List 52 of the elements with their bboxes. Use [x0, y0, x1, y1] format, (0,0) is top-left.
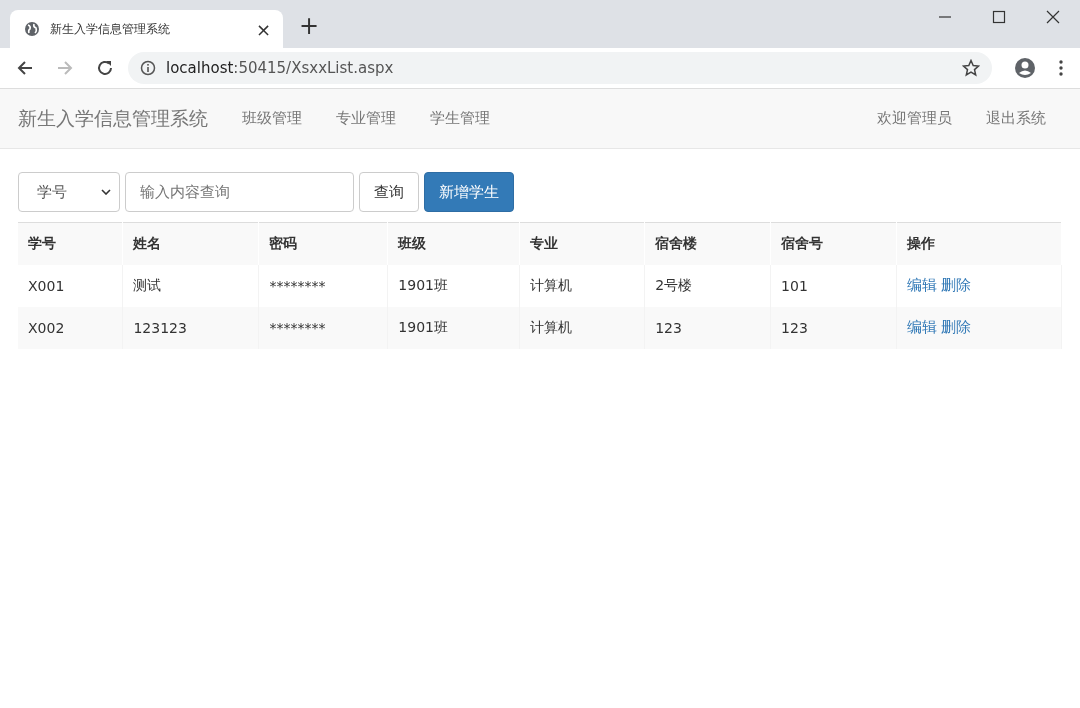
close-icon[interactable]: [1046, 10, 1060, 24]
table-cell: 123: [770, 306, 897, 349]
table-cell: 计算机: [519, 264, 645, 307]
address-bar[interactable]: localhost:50415/XsxxList.aspx: [128, 52, 992, 84]
table-cell: 计算机: [519, 306, 645, 349]
table-cell: 101: [770, 264, 897, 307]
delete-link[interactable]: 删除: [941, 276, 972, 295]
reload-icon[interactable]: [96, 59, 114, 77]
edit-link[interactable]: 编辑: [907, 276, 938, 295]
account-icon[interactable]: [1014, 57, 1036, 79]
nav-link[interactable]: 专业管理: [336, 109, 396, 128]
column-header: 班级: [387, 222, 520, 265]
search-field[interactable]: 输入内容查询: [125, 172, 354, 212]
nav-link[interactable]: 学生管理: [430, 109, 490, 128]
browser-tab[interactable]: 新生入学信息管理系统 ×: [10, 10, 283, 48]
star-icon[interactable]: [962, 59, 980, 77]
globe-icon: [24, 21, 40, 37]
brand-link[interactable]: 新生入学信息管理系统: [18, 105, 208, 132]
column-header: 操作: [896, 222, 1062, 265]
nav-link[interactable]: 退出系统: [986, 109, 1046, 128]
table-cell: 123: [644, 306, 771, 349]
column-header: 宿舍号: [770, 222, 897, 265]
column-header: 宿舍楼: [644, 222, 771, 265]
back-icon[interactable]: [16, 59, 34, 77]
tab-title: 新生入学信息管理系统: [50, 20, 171, 38]
nav-link[interactable]: 班级管理: [242, 109, 302, 128]
table-cell: X001: [18, 264, 123, 307]
table-cell: ********: [258, 306, 388, 349]
table-cell: X002: [18, 306, 123, 349]
chevron-icon: [101, 189, 111, 195]
nav-link[interactable]: 欢迎管理员: [877, 109, 952, 128]
field-select[interactable]: 学号: [18, 172, 120, 212]
maximize-icon[interactable]: [992, 10, 1006, 24]
column-header: 密码: [258, 222, 388, 265]
add-student-button[interactable]: 新增学生: [424, 172, 514, 212]
url-text: localhost:50415/XsxxList.aspx: [166, 59, 395, 77]
table-cell: 1901班: [387, 264, 520, 307]
edit-link[interactable]: 编辑: [907, 318, 938, 337]
table-cell: 123123: [122, 306, 259, 349]
delete-link[interactable]: 删除: [941, 318, 972, 337]
table-cell: ********: [258, 264, 388, 307]
query-button[interactable]: 查询: [359, 172, 419, 212]
table-cell: 2号楼: [644, 264, 771, 307]
close-tab-button[interactable]: ×: [255, 18, 271, 40]
table-cell: 测试: [122, 264, 259, 307]
info-icon: [140, 60, 156, 76]
menu-icon[interactable]: [1058, 59, 1064, 77]
table-cell: 1901班: [387, 306, 520, 349]
new-tab-button[interactable]: +: [299, 12, 320, 40]
column-header: 专业: [519, 222, 645, 265]
column-header: 姓名: [122, 222, 259, 265]
column-header: 学号: [18, 222, 123, 265]
